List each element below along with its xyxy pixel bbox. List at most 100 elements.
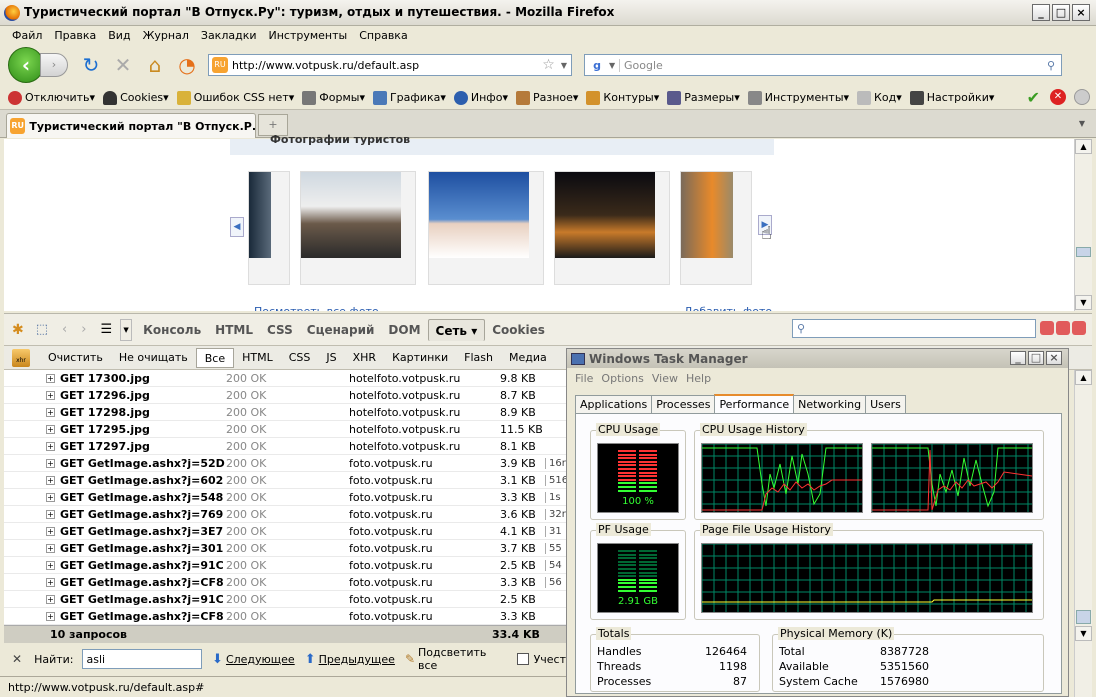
tab-css[interactable]: CSS	[260, 319, 300, 341]
expand-icon[interactable]: +	[46, 561, 55, 570]
table-row[interactable]: + GET GetImage.ashx?j=CF8 200 OK foto.votpu…	[4, 608, 566, 625]
nav-back-icon[interactable]: ‹	[62, 322, 67, 337]
filter-media[interactable]: Медиа	[501, 348, 555, 368]
bookmark-star-icon[interactable]: ☆	[542, 57, 555, 73]
persist-button[interactable]: Не очищать	[111, 348, 196, 368]
table-row[interactable]: + GET 17296.jpg 200 OK hotelfoto.votpusk.ru…	[4, 387, 566, 404]
firebug-search-input[interactable]: ⚲	[792, 319, 1036, 338]
google-icon[interactable]: g	[585, 59, 609, 72]
table-row[interactable]: + GET GetImage.ashx?j=769 200 OK foto.votpu…	[4, 506, 566, 523]
filter-html[interactable]: HTML	[234, 348, 281, 368]
url-bar[interactable]: RU http://www.votpusk.ru/default.asp ☆ ▼	[208, 54, 572, 76]
expand-icon[interactable]: +	[46, 612, 55, 621]
webdev-misc[interactable]: Разное ▾	[515, 90, 578, 105]
webdev-source[interactable]: Код ▾	[857, 90, 902, 105]
tm-menu-file[interactable]: File	[575, 372, 593, 385]
webdev-forms[interactable]: Формы ▾	[302, 90, 365, 105]
expand-icon[interactable]: +	[46, 374, 55, 383]
search-engine-dropdown-icon[interactable]: ▼	[609, 61, 619, 70]
photo-thumb-partial[interactable]	[248, 171, 290, 285]
forward-button[interactable]: ›	[40, 53, 68, 77]
table-row[interactable]: + GET GetImage.ashx?j=91C 200 OK foto.votpu…	[4, 591, 566, 608]
scroll-down-button[interactable]: ▼	[1075, 295, 1092, 310]
tm-menu-help[interactable]: Help	[686, 372, 711, 385]
table-row[interactable]: + GET 17298.jpg 200 OK hotelfoto.votpusk.ru…	[4, 404, 566, 421]
tm-maximize-button[interactable]: □	[1028, 351, 1044, 365]
highlight-all-button[interactable]: Подсветить все	[418, 646, 505, 672]
menu-bookmarks[interactable]: Закладки	[201, 29, 257, 42]
tab-dom[interactable]: DOM	[381, 319, 427, 341]
expand-icon[interactable]: +	[46, 595, 55, 604]
tab-script[interactable]: Сценарий	[300, 319, 382, 341]
tab-cookies[interactable]: Cookies	[485, 319, 552, 341]
filter-all[interactable]: Все	[195, 347, 235, 368]
table-row[interactable]: + GET GetImage.ashx?j=548 200 OK foto.votpu…	[4, 489, 566, 506]
clear-button[interactable]: Очистить	[40, 348, 111, 368]
status-circle-icon[interactable]	[1074, 89, 1090, 105]
expand-icon[interactable]: +	[46, 544, 55, 553]
tab-html[interactable]: HTML	[208, 319, 260, 341]
tab-list-icon[interactable]: ▼	[1074, 116, 1090, 132]
menu-file[interactable]: Файл	[12, 29, 42, 42]
firebug-minimize-icon[interactable]	[1040, 321, 1054, 335]
tab-console[interactable]: Консоль	[136, 319, 208, 341]
inspect-icon[interactable]: ⬚	[36, 322, 48, 337]
webdev-cookies[interactable]: Cookies ▾	[103, 90, 169, 105]
tm-menu-view[interactable]: View	[652, 372, 678, 385]
menu-help[interactable]: Справка	[359, 29, 407, 42]
find-next-button[interactable]: Следующее	[226, 653, 295, 666]
maximize-button[interactable]: □	[1052, 4, 1070, 21]
tab-net[interactable]: Сеть ▾	[427, 318, 486, 341]
expand-icon[interactable]: +	[46, 527, 55, 536]
panel-dropdown-icon[interactable]: ▼	[120, 318, 133, 341]
webdev-css[interactable]: Ошибок CSS нет ▾	[176, 90, 294, 105]
firebug-scrollbar[interactable]: ▲ ▼	[1074, 370, 1092, 697]
add-photo-link[interactable]: Добавить фото	[684, 305, 772, 311]
menu-history[interactable]: Журнал	[143, 29, 189, 42]
expand-icon[interactable]: +	[46, 476, 55, 485]
fb-scroll-thumb[interactable]	[1076, 610, 1091, 624]
table-row[interactable]: + GET GetImage.ashx?j=91C 200 OK foto.votpu…	[4, 557, 566, 574]
tab-votpusk[interactable]: RU Туристический портал "В Отпуск.Р...	[6, 113, 256, 138]
expand-icon[interactable]: +	[46, 493, 55, 502]
filter-images[interactable]: Картинки	[384, 348, 456, 368]
table-row[interactable]: + GET 17297.jpg 200 OK hotelfoto.votpusk.ru…	[4, 438, 566, 455]
tm-tab-applications[interactable]: Applications	[575, 395, 653, 413]
back-button[interactable]: ‹	[8, 47, 44, 83]
match-case-checkbox[interactable]	[517, 653, 529, 665]
fb-scroll-up-button[interactable]: ▲	[1075, 370, 1092, 385]
home-icon[interactable]: ⌂	[142, 52, 168, 78]
menu-view[interactable]: Вид	[108, 29, 130, 42]
tm-tab-users[interactable]: Users	[865, 395, 906, 413]
webdev-options[interactable]: Настройки ▾	[909, 90, 994, 105]
nav-forward-icon[interactable]: ›	[81, 322, 86, 337]
minimize-button[interactable]: _	[1032, 4, 1050, 21]
arrow-down-icon[interactable]: ⬇	[212, 652, 223, 667]
table-row[interactable]: + GET 17295.jpg 200 OK hotelfoto.votpusk.ru…	[4, 421, 566, 438]
webdev-info[interactable]: Инфо ▾	[453, 90, 508, 105]
menu-tools[interactable]: Инструменты	[269, 29, 348, 42]
webdev-tools[interactable]: Инструменты ▾	[747, 90, 849, 105]
expand-icon[interactable]: +	[46, 510, 55, 519]
expand-icon[interactable]: +	[46, 391, 55, 400]
tm-tab-networking[interactable]: Networking	[793, 395, 867, 413]
tm-tab-processes[interactable]: Processes	[651, 395, 716, 413]
panel-menu-icon[interactable]: ☰	[100, 322, 112, 337]
photo-thumb-3[interactable]	[554, 171, 670, 285]
arrow-up-icon[interactable]: ⬆	[305, 652, 316, 667]
close-button[interactable]: ×	[1072, 4, 1090, 21]
firebug-icon[interactable]: ✱	[12, 322, 24, 338]
webdev-disable[interactable]: Отключить ▾	[8, 90, 95, 105]
table-row[interactable]: + GET 17300.jpg 200 OK hotelfoto.votpusk.ru…	[4, 370, 566, 387]
xhr-icon[interactable]: xhr	[12, 348, 30, 367]
tm-close-button[interactable]: ×	[1046, 351, 1062, 365]
scroll-up-button[interactable]: ▲	[1075, 139, 1092, 154]
reload-icon[interactable]: ↻	[78, 52, 104, 78]
photo-thumb-1[interactable]	[300, 171, 416, 285]
table-row[interactable]: + GET GetImage.ashx?j=52D 200 OK foto.votpu…	[4, 455, 566, 472]
scroll-thumb[interactable]	[1076, 247, 1091, 257]
expand-icon[interactable]: +	[46, 578, 55, 587]
firebug-detach-icon[interactable]	[1056, 321, 1070, 335]
carousel-prev-button[interactable]: ◀	[230, 217, 244, 237]
search-bar[interactable]: g ▼ Google ⚲	[584, 54, 1062, 76]
